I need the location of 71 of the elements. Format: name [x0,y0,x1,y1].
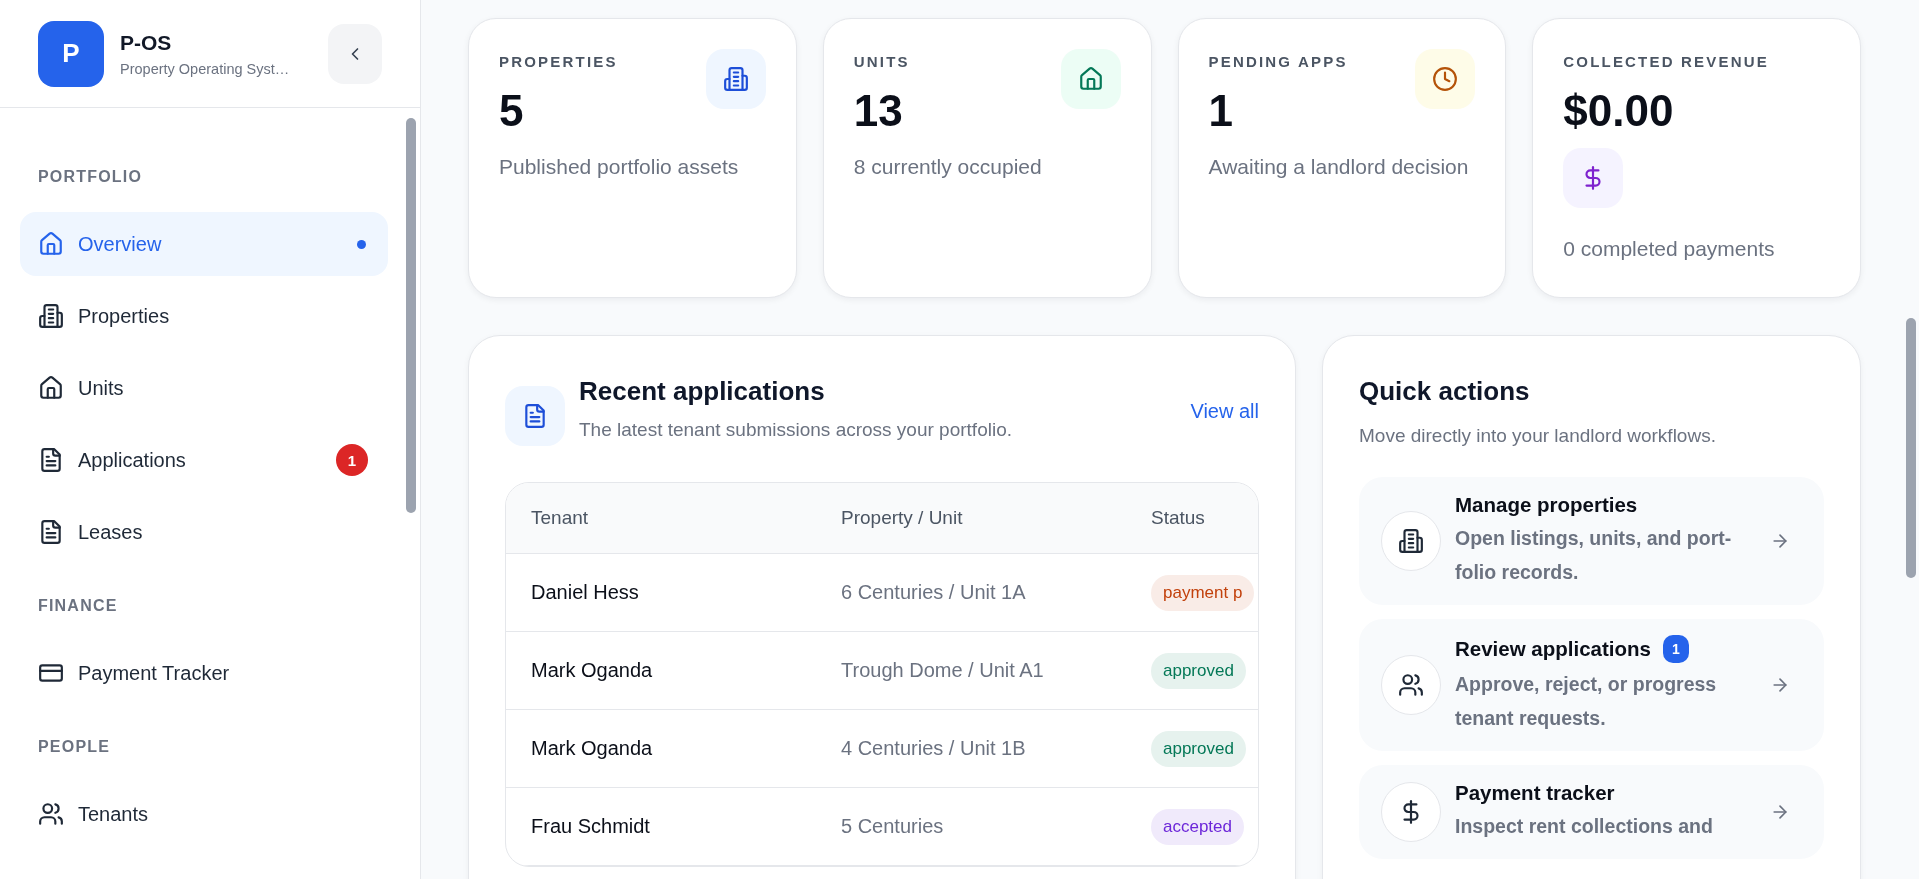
home-icon [38,231,64,257]
table-cell: Frau Schmidt [531,815,650,837]
document-icon [505,386,565,446]
building-icon [38,303,64,329]
stat-value: 1 [1208,86,1234,136]
count-badge: 1 [1662,635,1689,663]
stat-value: $0.00 [1563,86,1675,136]
action-title: Review applications [1455,637,1651,661]
column-header: Status [1151,507,1205,528]
stat-label: PENDING APPS [1208,53,1348,70]
table-cell: 4 Centuries / Unit 1B [841,737,1026,759]
nav-item[interactable]: Units [20,356,388,420]
quick-action-card[interactable]: Payment tracker Inspect rent collections and [1359,765,1824,859]
table-cell: Mark Oganda [531,659,653,681]
stat-label: COLLECTED REVENUE [1563,53,1769,70]
stat-description: Awaiting a landlord decision [1208,154,1470,180]
stat-description: Published portfolio assets [499,154,740,180]
column-header: Property / Unit [841,507,963,528]
section-heading: FINANCE [37,597,119,615]
status-label: accepted [1151,808,1244,845]
nav-item[interactable]: Applications 1 [20,428,388,492]
action-title: Manage properties [1455,493,1638,517]
stat-label: UNITS [853,53,910,70]
action-title: Payment tracker [1455,781,1615,805]
status-label: payment p [1151,574,1255,611]
card-title: Quick actions [1359,376,1531,407]
nav-item[interactable]: Leases [20,500,388,564]
scrollbar[interactable] [406,118,418,513]
table-cell: Daniel Hess [531,581,639,603]
action-description: Inspect rent collections and [1455,814,1714,839]
document-icon [38,447,64,473]
nav-item[interactable]: Properties [20,284,388,348]
active-dot [357,239,366,249]
collapse-button[interactable] [328,23,382,84]
logo-tile: P [38,20,104,87]
building-icon [705,49,766,109]
people-icon [38,801,64,827]
app-subtitle: Property Operating Syst… [120,60,291,77]
nav-item[interactable]: Tenants [20,782,388,846]
scrollbar[interactable] [1906,318,1916,578]
status-label: approved [1151,652,1246,689]
action-description: Approve, reject, or progress tenant requests. [1455,672,1718,731]
view-all-link[interactable]: View all [1190,400,1259,423]
action-description: Open listings, units, and port-folio records. [1455,526,1733,585]
stat-value: 5 [499,86,525,136]
status-label: approved [1151,730,1246,767]
stat-description: 8 currently occupied [853,154,1043,180]
document-icon [38,519,64,545]
section-heading: PORTFOLIO [37,168,144,186]
card-subtitle: Move directly into your landlord workflows. [1359,425,1717,447]
home-icon [38,375,64,401]
clock-icon [1415,49,1476,109]
table-cell: 6 Centuries / Unit 1A [841,581,1026,603]
card-subtitle: The latest tenant submissions across your portfolio. [579,419,1013,441]
table-cell: Trough Dome / Unit A1 [841,659,1044,681]
count-badge: 1 [336,444,368,476]
section-heading: PEOPLE [37,738,112,756]
table-cell: Mark Oganda [531,737,653,759]
app-name: P-OS [120,30,173,55]
stat-label: PROPERTIES [499,53,618,70]
column-header: Tenant [531,507,589,528]
table-cell: 5 Centuries [841,815,944,837]
quick-action-card[interactable]: Review applications 1 Approve, reject, or progress tenant requests. [1359,619,1824,751]
stat-value: 13 [853,86,904,136]
card-title: Recent applications [579,376,826,407]
nav-item[interactable]: Payment Tracker [20,641,388,705]
quick-action-card[interactable]: Manage properties Open listings, units, and port-folio records. [1359,477,1824,605]
home-icon [1060,49,1121,109]
stat-description: 0 completed payments [1563,236,1776,262]
dollar-icon [1563,148,1624,208]
nav-item[interactable]: Overview [20,212,388,276]
